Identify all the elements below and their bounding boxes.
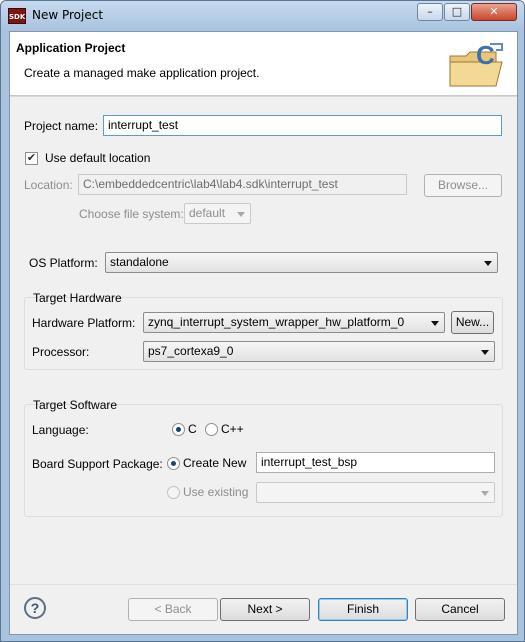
close-button[interactable]: ✕: [471, 3, 517, 21]
new-hw-platform-button[interactable]: New...: [451, 311, 494, 334]
next-button[interactable]: Next >: [220, 598, 310, 621]
hardware-platform-value: zynq_interrupt_system_wrapper_hw_platfor…: [148, 315, 405, 329]
browse-button[interactable]: Browse...: [424, 174, 502, 197]
wizard-header: Application Project Create a managed mak…: [10, 32, 517, 96]
language-label: Language:: [32, 423, 89, 437]
use-default-location-checkbox[interactable]: ✔: [25, 152, 38, 165]
hardware-platform-label: Hardware Platform:: [32, 316, 136, 330]
finish-button[interactable]: Finish: [318, 598, 408, 621]
create-new-bsp-radio[interactable]: [167, 457, 180, 470]
os-platform-select[interactable]: standalone: [105, 252, 498, 273]
target-hardware-title: Target Hardware: [33, 291, 122, 305]
help-icon[interactable]: ?: [24, 597, 46, 619]
sdk-app-icon: SDK: [8, 8, 26, 24]
hardware-platform-select[interactable]: zynq_interrupt_system_wrapper_hw_platfor…: [143, 312, 445, 333]
c-project-folder-icon: C: [449, 40, 503, 87]
bsp-name-input[interactable]: interrupt_test_bsp: [256, 452, 495, 473]
location-label: Location:: [24, 178, 73, 192]
existing-bsp-select[interactable]: [256, 482, 495, 503]
file-system-select[interactable]: default: [184, 203, 251, 224]
processor-label: Processor:: [32, 345, 90, 359]
create-new-label: Create New: [183, 456, 247, 470]
use-default-location-label: Use default location: [45, 151, 151, 165]
cancel-button[interactable]: Cancel: [415, 598, 505, 621]
os-platform-label: OS Platform:: [29, 256, 98, 270]
language-cpp-radio[interactable]: [205, 423, 218, 436]
chevron-down-icon: [481, 491, 489, 496]
maximize-button[interactable]: □: [444, 3, 470, 21]
chevron-down-icon: [431, 321, 439, 326]
window-title: New Project: [32, 8, 104, 22]
language-cpp-label: C++: [221, 422, 244, 436]
wizard-description: Create a managed make application projec…: [24, 66, 260, 80]
file-system-value: default: [189, 206, 226, 220]
use-existing-bsp-radio[interactable]: [167, 486, 180, 499]
file-system-label: Choose file system:: [79, 207, 184, 221]
header-divider: [10, 96, 517, 97]
language-c-radio[interactable]: [172, 423, 185, 436]
footer-divider: [10, 584, 517, 585]
os-platform-value: standalone: [110, 255, 169, 269]
use-existing-label: Use existing: [183, 485, 249, 499]
project-name-input[interactable]: interrupt_test: [103, 115, 502, 136]
bsp-label: Board Support Package:: [32, 457, 163, 471]
title-bar[interactable]: SDK New Project – □ ✕: [1, 1, 524, 31]
target-software-title: Target Software: [33, 398, 118, 412]
wizard-title: Application Project: [16, 41, 126, 55]
location-input[interactable]: C:\embeddedcentric\lab4\lab4.sdk\interru…: [78, 174, 407, 195]
language-c-label: C: [188, 422, 197, 436]
chevron-down-icon: [484, 261, 492, 266]
minimize-button[interactable]: –: [417, 3, 443, 21]
chevron-down-icon: [481, 350, 489, 355]
dialog-body: Application Project Create a managed mak…: [9, 31, 518, 635]
processor-select[interactable]: ps7_cortexa9_0: [143, 341, 495, 362]
new-project-dialog: SDK New Project – □ ✕ Application Projec…: [0, 0, 525, 642]
back-button[interactable]: < Back: [128, 598, 218, 621]
processor-value: ps7_cortexa9_0: [148, 344, 234, 358]
chevron-down-icon: [237, 212, 245, 217]
project-name-label: Project name:: [24, 119, 99, 133]
